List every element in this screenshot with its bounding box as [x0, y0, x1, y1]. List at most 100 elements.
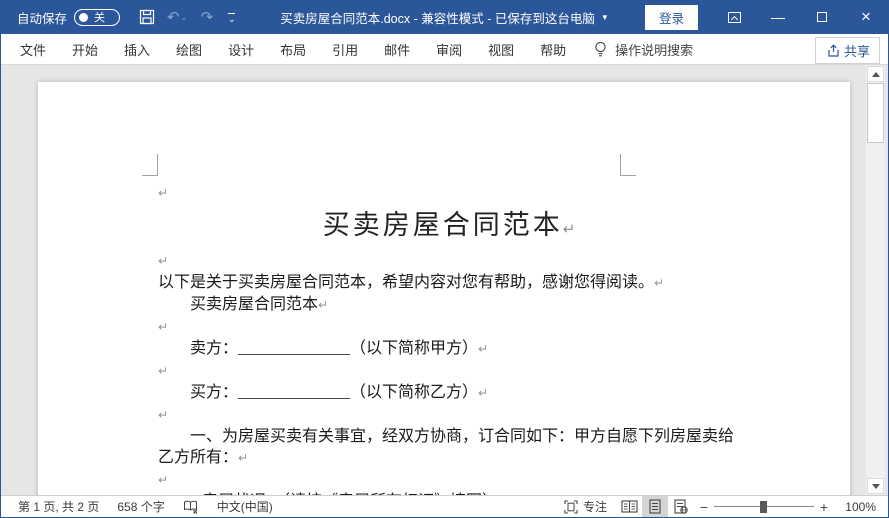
page-number-status[interactable]: 第 1 页, 共 2 页 [9, 498, 108, 515]
undo-icon: ↶ [166, 9, 180, 26]
paragraph-mark-icon: ↵ [478, 386, 489, 400]
signin-button[interactable]: 登录 [644, 4, 698, 30]
close-button[interactable]: × [844, 0, 888, 34]
doc-line[interactable]: 以下是关于买卖房屋合同范本，希望内容对您有帮助，感谢您得阅读。↵ [158, 272, 740, 294]
word-window: 自动保存 关 ↶ ⌄ ↷ ⌄ 买卖房屋合同范本.docx - 兼容性模式 - 已… [0, 0, 889, 518]
doc-line-text: 卖方：______________（以下简称甲方） [158, 340, 479, 357]
close-icon: × [861, 7, 871, 26]
doc-line[interactable]: ↵ [158, 469, 740, 491]
quick-access-toolbar: ↶ ⌄ ↷ ⌄ [134, 4, 236, 30]
doc-line-text: 买方：______________（以下简称乙方） [158, 384, 479, 401]
autosave-group: 自动保存 关 [17, 8, 121, 27]
doc-title-line[interactable]: 买卖房屋合同范本↵ [158, 204, 740, 250]
tab-file[interactable]: 文件 [7, 34, 59, 65]
triangle-up-icon [871, 71, 880, 77]
zoom-in-button[interactable]: + [814, 499, 834, 515]
doc-line-text: 买卖房屋合同范本 [158, 296, 319, 313]
save-button[interactable] [134, 4, 160, 30]
ribbon-tab-bar: 文件 开始 插入 绘图 设计 布局 引用 邮件 审阅 视图 帮助 操作说明搜索 … [1, 34, 888, 65]
vertical-scrollbar[interactable] [866, 65, 885, 495]
language-status[interactable]: 中文(中国) [208, 498, 282, 515]
doc-line[interactable]: ↵ [158, 250, 740, 272]
document-content[interactable]: ↵ 买卖房屋合同范本↵ ↵ 以下是关于买卖房屋合同范本，希望内容对您有帮助，感谢… [158, 182, 740, 495]
read-mode-button[interactable] [616, 496, 642, 517]
maximize-button[interactable] [800, 0, 844, 34]
zoom-slider-thumb[interactable] [760, 501, 767, 513]
window-title: 买卖房屋合同范本.docx - 兼容性模式 - 已保存到这台电脑 ▼ [280, 0, 609, 34]
tab-layout[interactable]: 布局 [267, 34, 319, 65]
doc-line-text: 1.房屋状况：（请按《房屋所有权证》填写） [158, 493, 498, 495]
paragraph-mark-icon: ↵ [158, 254, 169, 268]
ribbon-display-options-button[interactable] [712, 0, 756, 34]
undo-button[interactable]: ↶ ⌄ [164, 4, 190, 30]
minimize-button[interactable]: — [756, 0, 800, 34]
word-count-status[interactable]: 658 个字 [108, 498, 173, 515]
scroll-up-button[interactable] [867, 66, 884, 82]
document-area: ↵ 买卖房屋合同范本↵ ↵ 以下是关于买卖房屋合同范本，希望内容对您有帮助，感谢… [1, 65, 888, 495]
print-layout-button[interactable] [642, 496, 668, 517]
customize-qat-button[interactable]: ⌄ [228, 13, 236, 24]
tab-insert[interactable]: 插入 [111, 34, 163, 65]
proofing-book-icon [183, 500, 198, 514]
proofing-status[interactable] [174, 500, 208, 514]
doc-line[interactable]: ↵ [158, 316, 740, 338]
tab-review[interactable]: 审阅 [423, 34, 475, 65]
undo-dropdown-icon: ⌄ [180, 12, 188, 22]
document-title-text: 买卖房屋合同范本.docx - 兼容性模式 - 已保存到这台电脑 [280, 11, 595, 26]
doc-line-seller[interactable]: 卖方：______________（以下简称甲方）↵ [158, 338, 740, 360]
paragraph-mark-icon: ↵ [158, 408, 169, 422]
doc-line-text: 以下是关于买卖房屋合同范本，希望内容对您有帮助，感谢您得阅读。 [158, 274, 655, 291]
paragraph-mark-icon: ↵ [562, 220, 576, 238]
zoom-slider[interactable] [714, 496, 814, 517]
autosave-state-label: 关 [94, 12, 106, 24]
tab-draw[interactable]: 绘图 [163, 34, 215, 65]
lightbulb-icon [595, 41, 606, 56]
paragraph-mark-icon: ↵ [654, 276, 665, 290]
tab-mailings[interactable]: 邮件 [371, 34, 423, 65]
save-icon [139, 9, 155, 25]
scroll-down-button[interactable] [867, 478, 884, 494]
word-count-label: 658 个字 [117, 500, 165, 514]
maximize-icon [817, 12, 827, 22]
scrollbar-thumb[interactable] [867, 83, 884, 143]
doc-title-text: 买卖房屋合同范本 [322, 210, 563, 240]
paragraph-mark-icon: ↵ [478, 342, 489, 356]
redo-button[interactable]: ↷ [194, 4, 220, 30]
language-label: 中文(中国) [216, 500, 273, 514]
focus-mode-button[interactable]: 专注 [555, 498, 616, 515]
doc-line[interactable]: ↵ [158, 182, 740, 204]
title-dropdown-icon[interactable]: ▼ [601, 13, 609, 22]
tab-home[interactable]: 开始 [59, 34, 111, 65]
paragraph-mark-icon: ↵ [238, 451, 249, 465]
paragraph-mark-icon: ↵ [158, 364, 169, 378]
paragraph-mark-icon: ↵ [158, 186, 169, 200]
status-bar: 第 1 页, 共 2 页 658 个字 中文(中国) 专注 − + 100% [1, 495, 888, 517]
tab-references[interactable]: 引用 [319, 34, 371, 65]
share-button[interactable]: 共享 [814, 37, 880, 64]
tab-design[interactable]: 设计 [215, 34, 267, 65]
share-icon [828, 43, 839, 57]
focus-icon [564, 499, 578, 514]
doc-line-house-status[interactable]: 1.房屋状况：（请按《房屋所有权证》填写）↵ [158, 491, 740, 495]
doc-line-buyer[interactable]: 买方：______________（以下简称乙方）↵ [158, 382, 740, 404]
doc-line[interactable]: 买卖房屋合同范本↵ [158, 294, 740, 316]
titlebar-right-controls: 登录 — × [644, 0, 888, 34]
tell-me-search[interactable]: 操作说明搜索 [593, 40, 693, 59]
autosave-toggle[interactable]: 关 [74, 8, 121, 26]
print-layout-icon [649, 499, 661, 514]
tab-help[interactable]: 帮助 [527, 34, 579, 65]
page-info-label: 第 1 页, 共 2 页 [18, 500, 100, 514]
zoom-level-button[interactable]: 100% [834, 500, 880, 514]
crop-mark-top-left [142, 154, 158, 176]
zoom-out-button[interactable]: − [694, 499, 714, 515]
doc-line[interactable]: ↵ [158, 404, 740, 426]
web-layout-button[interactable] [668, 496, 694, 517]
doc-line[interactable]: ↵ [158, 360, 740, 382]
tell-me-label: 操作说明搜索 [615, 42, 694, 58]
doc-line-clause-one[interactable]: 一、为房屋买卖有关事宜，经双方协商，订合同如下：甲方自愿下列房屋卖给乙方所有：↵ [158, 426, 740, 469]
triangle-down-icon [871, 483, 880, 489]
chevron-down-icon: ⌄ [228, 14, 236, 24]
document-page[interactable]: ↵ 买卖房屋合同范本↵ ↵ 以下是关于买卖房屋合同范本，希望内容对您有帮助，感谢… [38, 82, 850, 495]
tab-view[interactable]: 视图 [475, 34, 527, 65]
autosave-toggle-knob [79, 12, 89, 22]
